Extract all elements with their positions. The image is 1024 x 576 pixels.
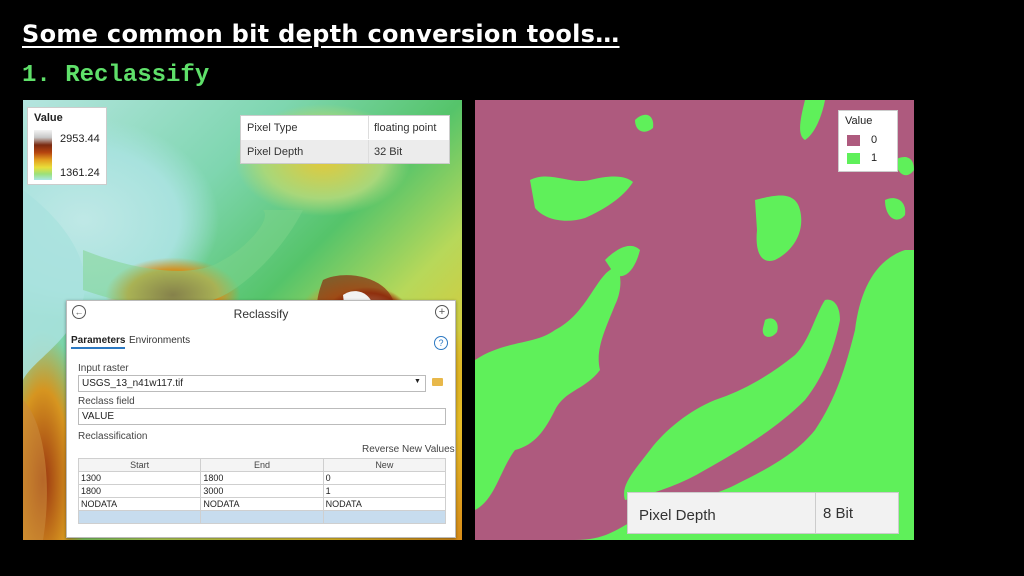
help-icon[interactable]: ?	[434, 336, 448, 350]
dialog-title: Reclassify	[233, 307, 289, 321]
input-raster-value: USGS_13_n41w117.tif	[82, 378, 183, 389]
pixel-depth-value: 32 Bit	[374, 146, 403, 158]
chevron-down-icon[interactable]: ▼	[414, 378, 421, 385]
reclassify-dialog: ← Reclassify + Parameters Environments ?…	[66, 300, 456, 538]
raster-properties-panel: Pixel Type floating point Pixel Depth 32…	[240, 115, 450, 164]
class-legend: Value 0 1	[838, 110, 898, 172]
column-start: Start	[77, 458, 202, 472]
reclass-field-label: Reclass field	[78, 396, 135, 407]
legend-max-value: 2953.44	[60, 133, 100, 145]
pixel-type-value: floating point	[374, 122, 437, 134]
input-raster-label: Input raster	[78, 363, 129, 374]
add-icon[interactable]: +	[435, 305, 449, 319]
table-cell[interactable]: 1300	[77, 471, 202, 485]
column-new: New	[322, 458, 447, 472]
legend-title: Value	[34, 112, 63, 124]
table-cell[interactable]: 1800	[77, 484, 202, 498]
tab-parameters[interactable]: Parameters	[71, 335, 126, 349]
folder-icon[interactable]	[432, 378, 443, 386]
table-cell[interactable]: 1800	[200, 471, 324, 485]
table-cell[interactable]: 0	[322, 471, 447, 485]
tab-environments[interactable]: Environments	[129, 335, 190, 346]
elevation-legend: Value 2953.44 1361.24	[27, 107, 107, 185]
pixel-depth-label: Pixel Depth	[639, 507, 716, 524]
legend-min-value: 1361.24	[60, 167, 100, 179]
legend-title: Value	[845, 115, 873, 127]
table-cell[interactable]: 1	[322, 484, 447, 498]
slide-subtitle: 1. Reclassify	[22, 62, 210, 89]
reclassification-table: Start End New 1300 1800 0 1800 3000 1 NO…	[77, 458, 447, 524]
pixel-type-label: Pixel Type	[247, 122, 298, 134]
column-end: End	[200, 458, 324, 472]
input-raster-select[interactable]: USGS_13_n41w117.tif ▼	[78, 375, 426, 392]
table-cell[interactable]: NODATA	[200, 497, 324, 511]
slide-title: Some common bit depth conversion tools…	[22, 20, 620, 48]
class-0-swatch	[847, 135, 860, 146]
table-row[interactable]: NODATA NODATA NODATA	[77, 497, 447, 511]
color-ramp	[34, 130, 52, 180]
class-1-label: 1	[871, 152, 878, 164]
class-1-swatch	[847, 153, 860, 164]
table-row[interactable]: 1300 1800 0	[77, 471, 447, 485]
table-row[interactable]: 1800 3000 1	[77, 484, 447, 498]
table-cell[interactable]: 3000	[200, 484, 324, 498]
pixel-depth-row: Pixel Depth 32 Bit	[241, 140, 449, 163]
reverse-new-values-button[interactable]: Reverse New Values	[362, 444, 455, 455]
pixel-type-row: Pixel Type floating point	[241, 116, 449, 139]
pixel-depth-label: Pixel Depth	[247, 146, 304, 158]
reclass-field-input[interactable]: VALUE	[78, 408, 446, 425]
reclassification-label: Reclassification	[78, 431, 148, 442]
pixel-depth-panel: Pixel Depth 8 Bit	[627, 492, 899, 534]
class-0-label: 0	[871, 134, 878, 146]
table-cell[interactable]: NODATA	[322, 497, 447, 511]
table-row-empty[interactable]	[77, 510, 447, 524]
pixel-depth-value: 8 Bit	[823, 505, 854, 522]
reclass-field-value: VALUE	[82, 411, 115, 422]
table-cell[interactable]: NODATA	[77, 497, 202, 511]
